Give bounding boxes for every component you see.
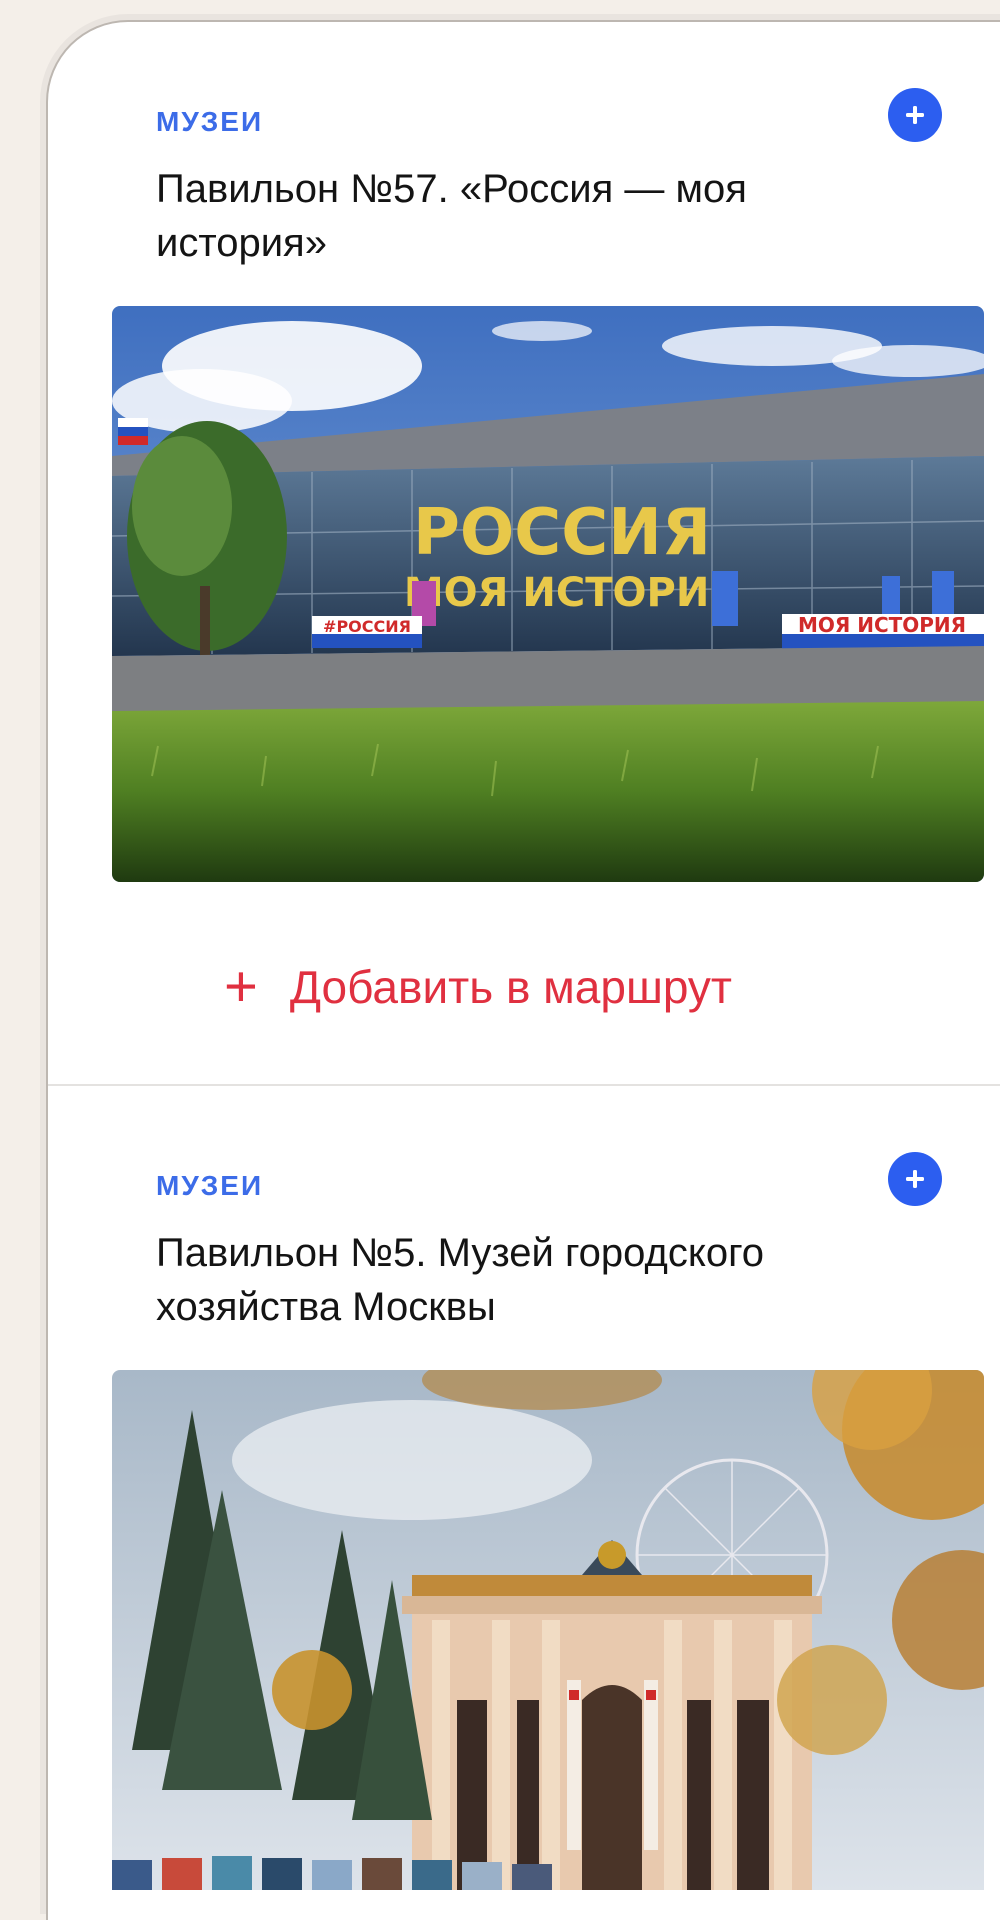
photo-sign-my-history-2: МОЯ ИСТОРИЯ (798, 613, 966, 637)
add-to-favorites-button[interactable] (888, 88, 942, 142)
place-title[interactable]: Павильон №5. Музей городского хозяйства … (156, 1226, 876, 1334)
photo-sign-my-history: МОЯ ИСТОРИЯ (404, 570, 740, 616)
plus-icon: + (224, 954, 258, 1019)
place-card[interactable]: МУЗЕИ Павильон №5. Музей городского хозя… (48, 1086, 1000, 1890)
plus-circle-icon (906, 106, 924, 124)
add-to-route-label: Добавить в маршрут (289, 961, 732, 1013)
add-to-favorites-button[interactable] (888, 1152, 942, 1206)
category-label: МУЗЕИ (156, 106, 264, 137)
photo-sign-hashtag: #РОССИЯ (323, 617, 411, 636)
device-screen: МУЗЕИ Павильон №57. «Россия — моя истори… (46, 20, 1000, 1920)
photo-sign-russia: РОССИЯ (413, 496, 711, 570)
place-photo[interactable] (112, 1370, 984, 1890)
place-photo[interactable]: РОССИЯ МОЯ ИСТОРИЯ #РОССИЯ МОЯ ИСТОРИЯ (112, 306, 984, 882)
plus-circle-icon (906, 1170, 924, 1188)
add-to-route-button[interactable]: + Добавить в маршрут (48, 942, 908, 1032)
category-label: МУЗЕИ (156, 1170, 264, 1201)
place-card[interactable]: МУЗЕИ Павильон №57. «Россия — моя истори… (48, 22, 1000, 1086)
place-title[interactable]: Павильон №57. «Россия — моя история» (156, 162, 876, 270)
